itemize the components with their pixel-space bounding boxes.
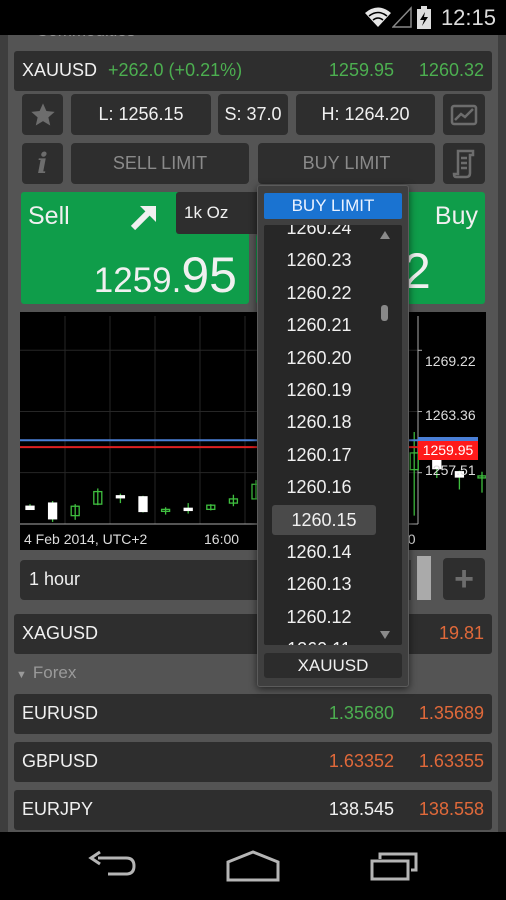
sell-label: Sell bbox=[28, 202, 70, 230]
current-price-tag: 1259.95 bbox=[418, 441, 478, 460]
picker-title: BUY LIMIT bbox=[264, 193, 402, 219]
orders-button[interactable] bbox=[443, 143, 485, 184]
price-option[interactable]: 1260.17 bbox=[264, 440, 374, 470]
price-axis-label: 1263.36 bbox=[425, 407, 476, 423]
home-icon[interactable] bbox=[226, 850, 280, 882]
collapse-triangle-icon: ▼ bbox=[16, 669, 27, 681]
price-option[interactable]: 1260.24 bbox=[264, 225, 374, 243]
symbol: EURJPY bbox=[22, 799, 94, 819]
info-icon: i bbox=[37, 147, 48, 180]
instrument-row-eurjpy[interactable]: EURJPY 138.545 138.558 bbox=[14, 790, 492, 830]
amount-input[interactable]: 1k Oz bbox=[176, 192, 266, 234]
ask-price: 19.81 bbox=[438, 623, 484, 643]
bid-price: 1.35680 bbox=[328, 703, 394, 723]
daily-change: +262.0 (+0.21%) bbox=[108, 60, 243, 80]
price-chart[interactable]: 4 Feb 2014, UTC+2 16:00 00 1269.22 1263.… bbox=[20, 312, 487, 550]
sell-limit-button[interactable]: SELL LIMIT bbox=[71, 143, 249, 184]
battery-charging-icon bbox=[417, 6, 431, 29]
instrument-row-gbpusd[interactable]: GBPUSD 1.63352 1.63355 bbox=[14, 742, 492, 782]
navigation-bar bbox=[0, 832, 506, 900]
panel-edge-right bbox=[498, 35, 506, 832]
price-option[interactable]: 1260.11 bbox=[264, 634, 374, 645]
instrument-row-xagusd[interactable]: XAGUSD 19.81 bbox=[14, 614, 492, 654]
section-header-commodities: Commodities bbox=[36, 35, 135, 41]
price-axis-label: 1257.51 bbox=[425, 462, 476, 478]
candle-bearish bbox=[25, 505, 35, 511]
star-icon bbox=[30, 102, 55, 125]
instrument-row-eurusd[interactable]: EURUSD 1.35680 1.35689 bbox=[14, 694, 492, 734]
candlestick-chart[interactable] bbox=[20, 312, 487, 550]
high-price: H: 1264.20 bbox=[296, 94, 435, 135]
sell-price-pips: 95 bbox=[181, 247, 237, 303]
scroll-down-icon[interactable] bbox=[380, 631, 390, 639]
zoom-in-button[interactable]: + bbox=[443, 558, 485, 600]
timeframe-value: 1 hour bbox=[29, 569, 81, 589]
symbol: EURUSD bbox=[22, 703, 99, 723]
low-price: L: 1256.15 bbox=[71, 94, 211, 135]
price-option[interactable]: 1260.23 bbox=[264, 245, 374, 275]
candle-bearish bbox=[183, 507, 193, 512]
timeframe-select[interactable]: 1 hour bbox=[20, 560, 276, 600]
chart-button[interactable] bbox=[443, 94, 485, 135]
buy-limit-button[interactable]: BUY LIMIT bbox=[258, 143, 435, 184]
buy-label: Buy bbox=[434, 202, 478, 230]
status-bar: 12:15 bbox=[0, 0, 506, 35]
info-button[interactable]: i bbox=[22, 143, 63, 184]
price-option-selected[interactable]: 1260.15 bbox=[272, 504, 376, 535]
buy-limit-price-picker[interactable]: BUY LIMIT 1260.24 1260.23 1260.22 1260.21 12… bbox=[257, 185, 409, 687]
bid-price: 1259.95 bbox=[328, 60, 394, 80]
scrollbar-thumb[interactable] bbox=[381, 305, 388, 321]
price-option[interactable]: 1260.18 bbox=[264, 407, 374, 437]
symbol: GBPUSD bbox=[22, 751, 99, 771]
picker-symbol: XAUUSD bbox=[264, 653, 402, 678]
price-axis-label: 1269.22 bbox=[425, 353, 476, 369]
chart-time-label: 16:00 bbox=[204, 531, 240, 547]
section-header-forex[interactable]: ▼ Forex bbox=[16, 663, 76, 683]
panel-edge-left bbox=[0, 35, 8, 832]
wifi-icon bbox=[365, 7, 391, 27]
clock: 12:15 bbox=[440, 5, 496, 30]
ask-price: 138.558 bbox=[418, 799, 484, 819]
price-option[interactable]: 1260.14 bbox=[264, 537, 374, 567]
price-option[interactable]: 1260.21 bbox=[264, 310, 374, 340]
sell-price: 1259.95 bbox=[94, 246, 237, 304]
sell-price-main: 1259. bbox=[93, 261, 182, 300]
amount-value: 1k Oz bbox=[184, 203, 229, 222]
back-icon[interactable] bbox=[88, 850, 138, 880]
section-title: Forex bbox=[32, 663, 77, 682]
bid-price: 138.545 bbox=[328, 799, 394, 819]
plus-icon: + bbox=[454, 560, 474, 598]
symbol: XAGUSD bbox=[22, 623, 99, 643]
price-option[interactable]: 1260.22 bbox=[264, 278, 374, 308]
candle-bearish bbox=[47, 502, 58, 520]
candle-bearish bbox=[115, 495, 126, 499]
ask-price: 1.35689 bbox=[418, 703, 484, 723]
candle-bearish bbox=[138, 496, 148, 513]
symbol: XAUUSD bbox=[22, 60, 98, 80]
chart-icon bbox=[450, 104, 478, 125]
chart-date-label: 4 Feb 2014, UTC+2 bbox=[24, 531, 148, 547]
scroll-document-icon bbox=[452, 149, 475, 178]
price-option[interactable]: 1260.19 bbox=[264, 375, 374, 405]
cell-signal-icon bbox=[392, 6, 412, 28]
instrument-row-xauusd[interactable]: XAUUSD +262.0 (+0.21%) 1259.95 1260.32 bbox=[14, 51, 492, 91]
recents-icon[interactable] bbox=[370, 850, 420, 882]
price-option[interactable]: 1260.16 bbox=[264, 472, 374, 502]
bid-price: 1.63352 bbox=[328, 751, 394, 771]
spread: S: 37.0 bbox=[218, 94, 288, 135]
buy-button[interactable]: Buy 2 bbox=[405, 192, 485, 304]
arrow-up-right-icon bbox=[130, 206, 156, 231]
price-list[interactable]: 1260.24 1260.23 1260.22 1260.21 1260.20 1260.… bbox=[264, 225, 402, 645]
ask-price: 1260.32 bbox=[418, 60, 484, 80]
price-option[interactable]: 1260.13 bbox=[264, 569, 374, 599]
chart-type-toggle[interactable] bbox=[417, 556, 431, 600]
scroll-up-icon[interactable] bbox=[380, 231, 390, 239]
ask-price: 1.63355 bbox=[418, 751, 484, 771]
price-option[interactable]: 1260.12 bbox=[264, 602, 374, 632]
price-option[interactable]: 1260.20 bbox=[264, 343, 374, 373]
favorite-button[interactable] bbox=[22, 94, 63, 135]
app-screen: Commodities XAUUSD +262.0 (+0.21%) 1259.… bbox=[0, 35, 506, 832]
